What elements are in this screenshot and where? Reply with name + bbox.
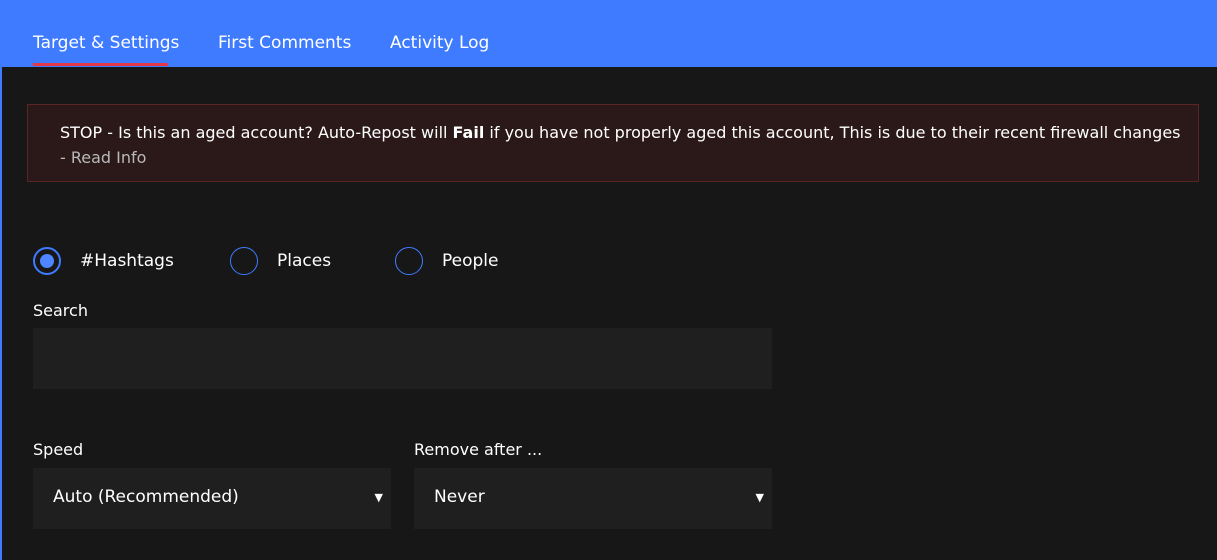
radio-hashtags[interactable]: #Hashtags: [33, 247, 174, 275]
remove-after-select-value: Never: [434, 487, 485, 507]
aged-account-warning: STOP - Is this an aged account? Auto-Rep…: [27, 104, 1199, 182]
speed-select-value: Auto (Recommended): [53, 487, 239, 507]
top-tab-bar: Target & Settings First Comments Activit…: [2, 2, 1217, 67]
radio-people-control[interactable]: [395, 247, 423, 275]
read-info-link[interactable]: - Read Info: [60, 148, 146, 167]
radio-hashtags-control[interactable]: [33, 247, 61, 275]
caret-down-icon: ▼: [374, 491, 383, 504]
remove-after-select[interactable]: Never ▼: [414, 468, 772, 529]
radio-places-label: Places: [277, 251, 332, 271]
page: Target & Settings First Comments Activit…: [0, 0, 1217, 560]
read-info-prefix: -: [60, 148, 71, 167]
radio-places-control[interactable]: [230, 247, 258, 275]
radio-places[interactable]: Places: [230, 247, 331, 275]
warning-text-before: STOP - Is this an aged account? Auto-Rep…: [60, 123, 453, 142]
speed-select[interactable]: Auto (Recommended) ▼: [33, 468, 391, 529]
search-label: Search: [33, 301, 88, 320]
search-input[interactable]: [33, 328, 772, 389]
tab-activity-log[interactable]: Activity Log: [390, 33, 489, 53]
speed-label: Speed: [33, 440, 84, 459]
tab-target-settings[interactable]: Target & Settings: [33, 33, 179, 53]
read-info-label: Read Info: [70, 148, 147, 167]
remove-after-label: Remove after ...: [414, 440, 543, 459]
caret-down-icon: ▼: [755, 491, 764, 504]
warning-text-after: if you have not properly aged this accou…: [484, 123, 1181, 142]
tab-first-comments[interactable]: First Comments: [218, 33, 351, 53]
radio-people[interactable]: People: [395, 247, 498, 275]
active-tab-indicator: [33, 63, 168, 66]
radio-hashtags-label: #Hashtags: [80, 251, 174, 271]
radio-people-label: People: [442, 251, 499, 271]
warning-fail-text: Fail: [452, 123, 485, 142]
